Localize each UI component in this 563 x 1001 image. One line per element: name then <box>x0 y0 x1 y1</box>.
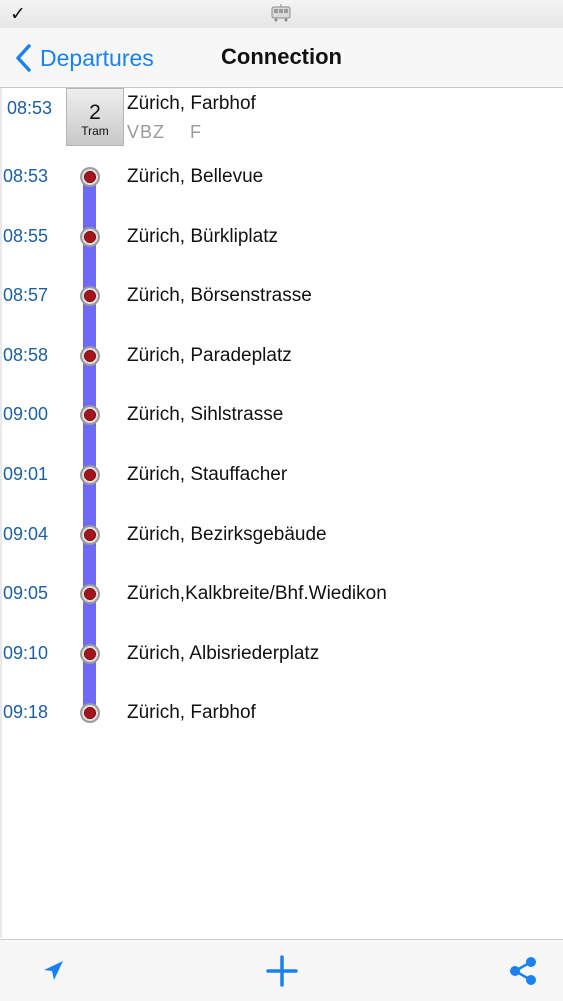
stop-row[interactable]: 09:10 Zürich, Albisriederplatz <box>0 635 563 675</box>
stop-marker-icon <box>80 465 100 485</box>
stop-name: Zürich,Kalkbreite/Bhf.Wiedikon <box>127 583 387 604</box>
departure-station: Zürich, Farbhof <box>127 93 256 114</box>
edge-divider <box>0 88 2 938</box>
stop-marker-icon <box>80 703 100 723</box>
operator: VBZ <box>127 122 166 142</box>
stop-row[interactable]: 08:57 Zürich, Börsenstrasse <box>0 277 563 317</box>
stop-marker-icon <box>80 525 100 545</box>
bottom-toolbar <box>0 939 563 1001</box>
location-arrow-icon[interactable] <box>36 954 70 988</box>
stop-name: Zürich, Bezirksgebäude <box>127 524 327 545</box>
stop-time: 09:05 <box>3 583 49 603</box>
stop-marker-icon <box>80 286 100 306</box>
stop-row[interactable]: 09:18 Zürich, Farbhof <box>0 694 563 734</box>
line-number: 2 <box>89 101 101 124</box>
stop-name: Zürich, Sihlstrasse <box>127 404 284 425</box>
departure-time: 08:53 <box>7 98 53 118</box>
stop-time: 08:57 <box>3 285 49 305</box>
stop-marker-icon <box>80 405 100 425</box>
stop-name: Zürich, Bellevue <box>127 166 264 187</box>
stop-time: 09:00 <box>3 404 49 424</box>
stop-row[interactable]: 09:01 Zürich, Stauffacher <box>0 456 563 496</box>
checkmark-icon: ✓ <box>10 4 26 25</box>
stop-time: 08:58 <box>3 345 49 365</box>
status-bar: ✓ <box>0 0 563 29</box>
navigation-bar: Departures Connection <box>0 28 563 88</box>
stop-name: Zürich, Börsenstrasse <box>127 285 312 306</box>
line-badge: 2 Tram <box>66 88 124 146</box>
plus-icon[interactable] <box>265 954 299 988</box>
stop-marker-icon <box>80 227 100 247</box>
stop-marker-icon <box>80 584 100 604</box>
platform: F <box>190 122 201 142</box>
stop-marker-icon <box>80 346 100 366</box>
connection-detail: 08:53 2 Tram Zürich, Farbhof VBZ F 08:53… <box>0 88 563 938</box>
stop-name: Zürich, Paradeplatz <box>127 345 292 366</box>
stop-time: 08:53 <box>3 166 49 186</box>
tram-icon <box>271 4 291 22</box>
route-line <box>83 178 96 714</box>
stop-time: 09:10 <box>3 643 49 663</box>
stop-name: Zürich, Stauffacher <box>127 464 288 485</box>
stop-marker-icon <box>80 644 100 664</box>
stop-name: Zürich, Albisriederplatz <box>127 643 320 664</box>
stop-time: 09:18 <box>3 702 49 722</box>
stop-row[interactable]: 08:55 Zürich, Bürkliplatz <box>0 218 563 258</box>
stop-time: 09:04 <box>3 524 49 544</box>
stop-row[interactable]: 08:58 Zürich, Paradeplatz <box>0 337 563 377</box>
page-title: Connection <box>221 44 342 69</box>
stop-row[interactable]: 09:00 Zürich, Sihlstrasse <box>0 396 563 436</box>
share-icon[interactable] <box>506 954 540 988</box>
stop-time: 09:01 <box>3 464 49 484</box>
stop-row[interactable]: 09:04 Zürich, Bezirksgebäude <box>0 516 563 556</box>
line-type: Tram <box>81 124 109 138</box>
stop-time: 08:55 <box>3 226 49 246</box>
stop-row[interactable]: 08:53 Zürich, Bellevue <box>0 158 563 198</box>
stop-row[interactable]: 09:05 Zürich,Kalkbreite/Bhf.Wiedikon <box>0 575 563 615</box>
stop-marker-icon <box>80 167 100 187</box>
stop-name: Zürich, Farbhof <box>127 702 256 723</box>
stop-name: Zürich, Bürkliplatz <box>127 226 278 247</box>
